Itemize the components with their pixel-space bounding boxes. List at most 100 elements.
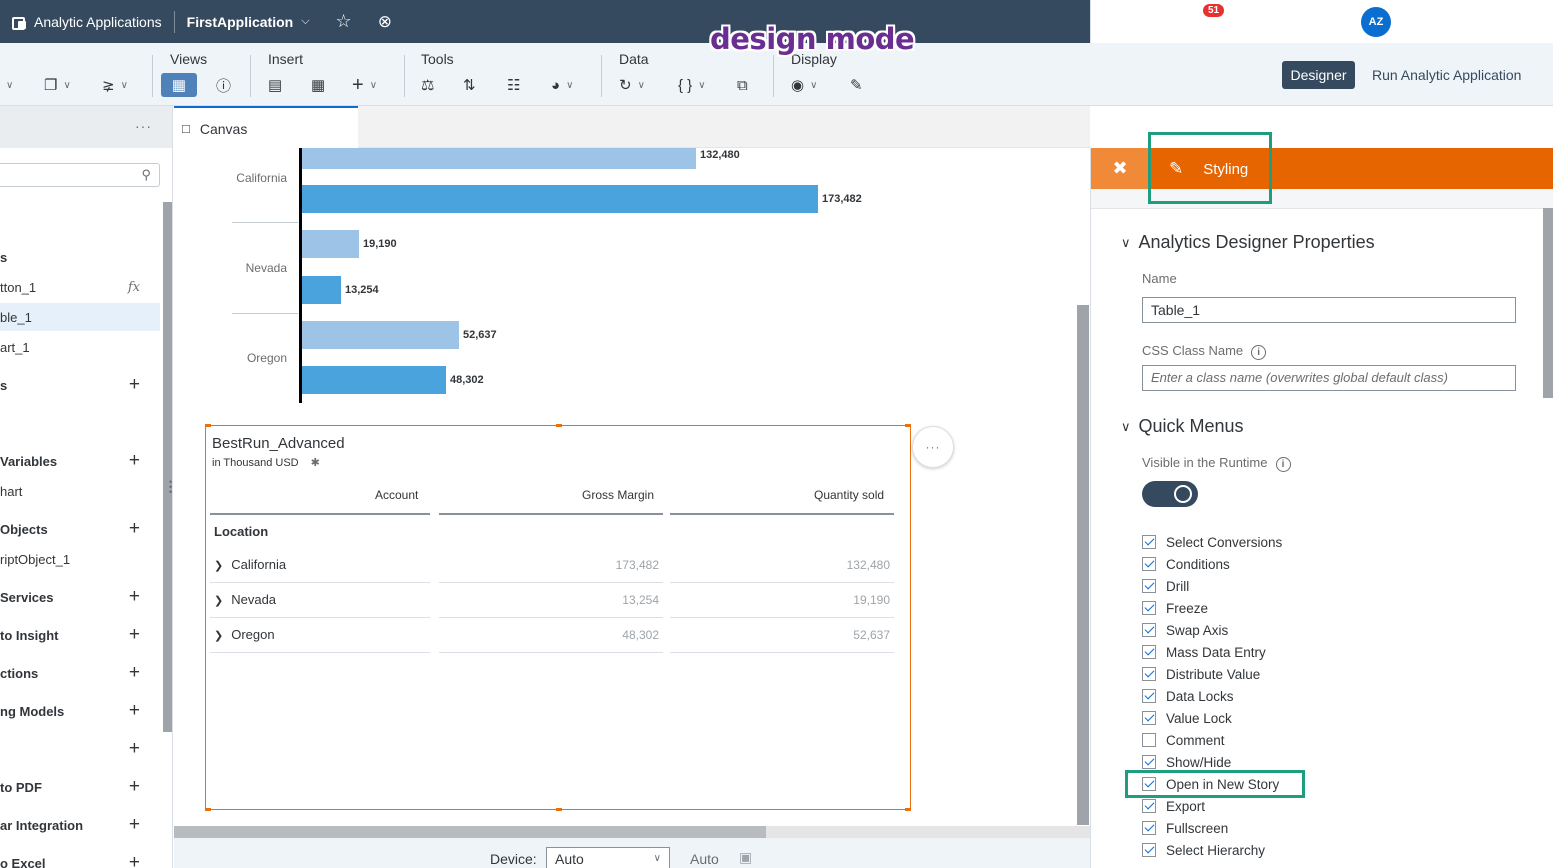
quick-menu-option[interactable]: Distribute Value (1142, 663, 1260, 685)
outline-item[interactable]: s (0, 243, 160, 271)
quick-menu-option[interactable]: Select Hierarchy (1142, 839, 1265, 861)
checkbox[interactable] (1142, 579, 1156, 593)
quick-menu-option[interactable]: Select Conversions (1142, 531, 1282, 553)
column-header-account[interactable]: Account (375, 488, 418, 502)
table-row-label[interactable]: ❯ Oregon (214, 627, 275, 642)
outline-item[interactable]: ar Integration + (0, 811, 160, 839)
section-quick-menus[interactable]: ∨ Quick Menus (1121, 416, 1244, 437)
device-select[interactable]: Auto ∨ (546, 847, 670, 868)
add-icon[interactable]: + (129, 738, 140, 760)
outline-item[interactable]: riptObject_1 (0, 545, 160, 573)
more-options-icon[interactable]: ··· (135, 118, 152, 134)
bar[interactable] (302, 185, 818, 213)
checkbox[interactable] (1142, 623, 1156, 637)
checkbox[interactable] (1142, 711, 1156, 725)
avatar[interactable]: AZ (1361, 6, 1391, 37)
checkbox[interactable] (1142, 821, 1156, 835)
outline-search-input[interactable]: ⚲ (0, 163, 160, 187)
css-icon[interactable]: ✎ (850, 73, 863, 97)
collapse-chevron-icon[interactable]: ∨ (0, 73, 13, 97)
checkbox[interactable] (1142, 557, 1156, 571)
builder-tools-icon[interactable]: ✖ (1091, 148, 1149, 189)
responsive-icon[interactable]: ▣ (739, 849, 752, 866)
quick-menu-option[interactable]: Mass Data Entry (1142, 641, 1266, 663)
outline-item[interactable]: ng Models + (0, 697, 160, 725)
quick-menu-option[interactable]: Drill (1142, 575, 1189, 597)
outline-view-icon[interactable]: ▦ (161, 73, 197, 97)
checkbox[interactable] (1142, 601, 1156, 615)
add-icon[interactable]: + (129, 776, 140, 798)
name-field[interactable]: Table_1 (1142, 297, 1516, 323)
resize-handle[interactable] (205, 808, 211, 811)
designer-button[interactable]: Designer (1282, 61, 1355, 89)
add-icon[interactable]: + (129, 814, 140, 836)
bell-icon[interactable]: ⚙ 51 (1179, 3, 1225, 32)
favorite-star-icon[interactable]: ☆ (336, 11, 352, 32)
add-icon[interactable]: + (129, 700, 140, 722)
resize-handle[interactable] (905, 424, 911, 427)
balance-icon[interactable]: ⚖ (421, 73, 434, 97)
table-widget[interactable]: BestRun_Advanced in Thousand USD ✱ Accoun… (205, 425, 911, 810)
quick-menu-option[interactable]: Conditions (1142, 553, 1230, 575)
add-icon[interactable]: + (129, 374, 140, 396)
add-icon[interactable]: + (129, 450, 140, 472)
chevron-down-icon[interactable]: ⌵ (301, 15, 309, 28)
outline-item[interactable]: Objects + (0, 515, 160, 543)
run-application-button[interactable]: Run Analytic Application (1372, 67, 1521, 83)
table-cell-gross-margin[interactable]: 13,254 (506, 593, 659, 607)
checkbox[interactable] (1142, 755, 1156, 769)
widget-more-button[interactable]: ··· (912, 426, 954, 468)
panel-resize-grip[interactable]: • • • (169, 478, 172, 497)
add-icon[interactable]: + (129, 662, 140, 684)
canvas-horizontal-scrollbar[interactable] (174, 826, 1090, 838)
gauge-icon[interactable]: ◕ ∨ (551, 73, 573, 97)
outline-item[interactable]: ble_1 (0, 303, 160, 331)
info-icon[interactable]: ⓘ (216, 73, 231, 97)
add-icon[interactable]: + ∨ (352, 73, 377, 97)
bar[interactable] (302, 230, 359, 258)
help-icon[interactable]: ⓘ (1311, 10, 1355, 34)
quick-menu-option[interactable]: Freeze (1142, 597, 1208, 619)
quick-menu-option[interactable]: Export (1142, 795, 1205, 817)
canvas-vertical-scrollbar[interactable] (1077, 305, 1089, 825)
outline-item[interactable]: Services + (0, 583, 160, 611)
tab-canvas[interactable]: □ Canvas (174, 106, 358, 149)
copy-icon[interactable]: ❐ ∨ (44, 73, 71, 97)
outline-item[interactable]: hart (0, 477, 160, 505)
resize-handle[interactable] (905, 808, 911, 811)
section-analytics-designer-properties[interactable]: ∨ Analytics Designer Properties (1121, 232, 1375, 253)
outline-item[interactable]: + (0, 735, 160, 763)
outline-item[interactable]: Variables + (0, 447, 160, 475)
table-icon[interactable]: ▦ (311, 73, 325, 97)
column-header-quantity-sold[interactable]: Quantity sold (814, 488, 884, 502)
resize-handle[interactable] (205, 424, 211, 427)
table-cell-quantity[interactable]: 132,480 (736, 558, 890, 572)
checkbox[interactable] (1142, 733, 1156, 747)
quick-menu-option[interactable]: Swap Axis (1142, 619, 1228, 641)
app-title[interactable]: Analytic Applications (34, 14, 162, 30)
add-icon[interactable]: + (129, 518, 140, 540)
outline-item[interactable]: to PDF + (0, 773, 160, 801)
add-icon[interactable]: + (129, 586, 140, 608)
css-class-field[interactable]: Enter a class name (overwrites global de… (1142, 365, 1516, 391)
checkbox[interactable] (1142, 689, 1156, 703)
search-icon[interactable]: ⚲ (1091, 12, 1135, 32)
outline-item[interactable]: art_1 (0, 333, 160, 361)
data-source-icon[interactable]: ⧉ (737, 73, 748, 97)
table-row-label[interactable]: ❯ Nevada (214, 592, 276, 607)
chevron-right-icon[interactable]: ❯ (214, 595, 223, 607)
settings-icon[interactable]: ✱ (311, 457, 320, 469)
info-icon[interactable]: i (1275, 457, 1291, 472)
column-header-gross-margin[interactable]: Gross Margin (582, 488, 654, 502)
table-cell-gross-margin[interactable]: 48,302 (506, 628, 659, 642)
hierarchy-icon[interactable]: ☷ (507, 73, 520, 97)
outline-item[interactable]: tton_1 fx (0, 273, 160, 301)
checkbox[interactable] (1142, 843, 1156, 857)
script-fx-icon[interactable]: fx (128, 280, 140, 295)
outline-item[interactable]: ctions + (0, 659, 160, 687)
chevron-right-icon[interactable]: ❯ (214, 630, 223, 642)
outline-item[interactable]: s + (0, 371, 160, 399)
outline-item[interactable]: to Insight + (0, 621, 160, 649)
bar[interactable] (302, 276, 341, 304)
add-icon[interactable]: + (129, 624, 140, 646)
